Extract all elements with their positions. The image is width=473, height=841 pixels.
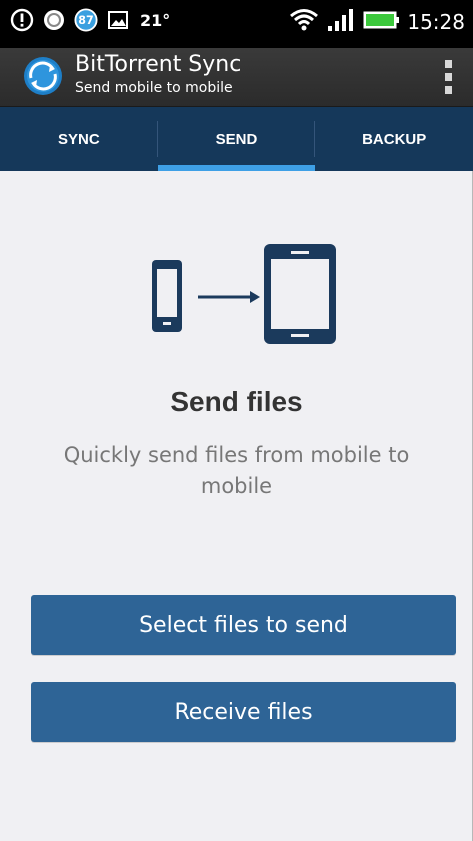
tab-backup-label: BACKUP <box>362 130 427 148</box>
page-description: Quickly send files from mobile to mobile <box>63 443 410 498</box>
wifi-icon <box>289 8 319 36</box>
notification-badge-count: 87 <box>78 14 93 27</box>
page-title: Send files <box>170 386 303 417</box>
alert-icon <box>10 8 34 32</box>
select-files-button[interactable]: Select files to send <box>31 595 456 655</box>
tab-sync[interactable]: SYNC <box>0 107 158 171</box>
bittorrent-sync-logo-icon[interactable] <box>23 56 63 96</box>
app-subtitle: Send mobile to mobile <box>75 80 233 96</box>
app-title: BitTorrent Sync <box>75 52 242 77</box>
tab-sync-label: SYNC <box>57 130 100 148</box>
tab-send-label: SEND <box>215 130 258 148</box>
signal-icon <box>327 8 355 36</box>
temperature: 21° <box>140 10 171 30</box>
tab-send[interactable]: SEND <box>157 107 316 171</box>
receive-files-button[interactable]: Receive files <box>31 682 456 742</box>
status-bar-left: 87 21° <box>10 8 170 32</box>
clock: 15:28 <box>407 10 465 34</box>
battery-icon <box>363 9 400 35</box>
status-bar: 87 21° 15:28 <box>0 0 473 48</box>
tab-backup[interactable]: BACKUP <box>315 107 473 171</box>
gallery-icon <box>106 8 130 32</box>
action-bar: BitTorrent Sync Send mobile to mobile <box>0 48 473 107</box>
overflow-menu-icon[interactable] <box>441 60 455 94</box>
badge-icon: 87 <box>74 8 98 32</box>
tab-bar: SYNC SEND BACKUP <box>0 107 473 171</box>
sync-status-icon <box>42 8 66 32</box>
status-bar-right: 15:28 <box>289 8 465 36</box>
phone-to-tablet-icon <box>150 242 340 346</box>
